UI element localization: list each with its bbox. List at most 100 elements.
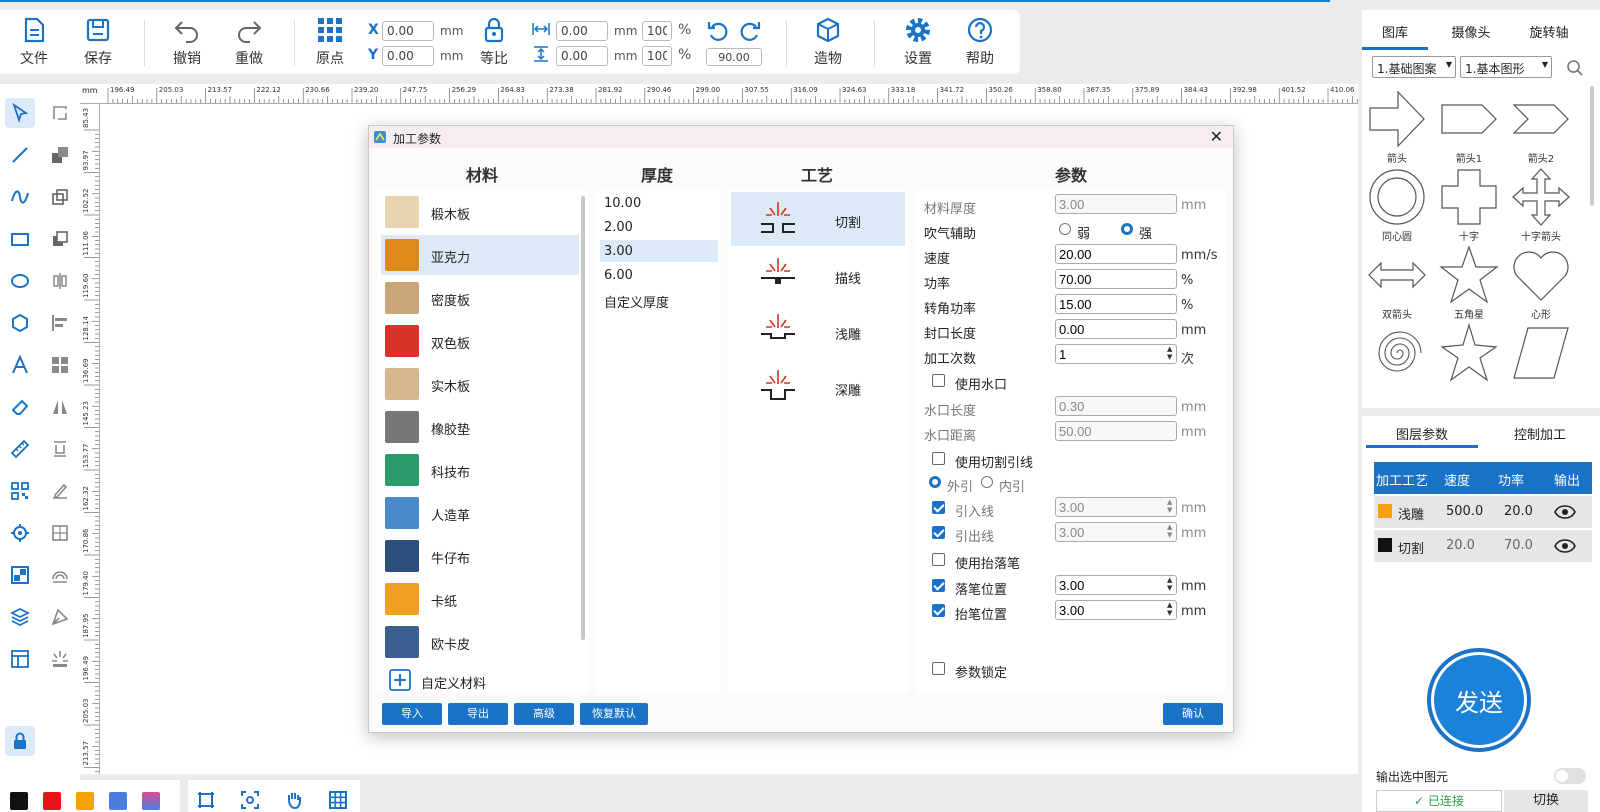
export-button[interactable]: 导出 [448,703,508,725]
advanced-button[interactable]: 高级 [514,703,574,725]
material-item[interactable]: 橡胶垫 [381,407,579,447]
laser-tool[interactable] [45,644,75,674]
height-percent-input[interactable] [642,46,672,66]
tab-length-input[interactable] [1055,396,1177,416]
select-tool[interactable] [5,98,35,128]
thickness-item[interactable]: 6.00 [600,264,718,286]
switch-button[interactable]: 切换 [1504,790,1588,812]
file-button[interactable]: 文件 [20,16,48,68]
material-item[interactable]: 欧卡皮 [381,622,579,662]
layer-row[interactable]: 切割 20.0 70.0 [1374,530,1592,562]
speed-input[interactable] [1055,244,1177,264]
custom-thickness-item[interactable]: 自定义厚度 [600,288,718,311]
thickness-item[interactable]: 2.00 [600,216,718,238]
help-button[interactable]: 帮助 [966,16,994,68]
swatch-orange[interactable] [76,792,94,810]
swatch-red[interactable] [43,792,61,810]
rotate-ccw-icon[interactable] [706,19,730,43]
pen-up-spinner-icon[interactable]: ▲ ▼ [1167,601,1172,617]
pen-up-input[interactable] [1055,600,1177,620]
shape-concentric[interactable]: 同心圆 [1362,166,1432,243]
text-tool[interactable] [5,350,35,380]
process-item-shallow-engrave[interactable]: 浅雕 [731,304,905,358]
fit-view-icon[interactable] [240,790,260,810]
qrcode-tool[interactable] [5,476,35,506]
distribute-tool[interactable] [45,350,75,380]
y-position-input[interactable] [382,46,434,66]
shape-arrow[interactable]: 箭头 [1362,88,1432,165]
mirror-tool[interactable] [45,266,75,296]
material-item[interactable]: 人造革 [381,493,579,533]
width-input[interactable] [556,21,608,41]
subtract-tool[interactable] [45,224,75,254]
frame-select-icon[interactable] [196,790,216,810]
material-item[interactable]: 卡纸 [381,579,579,619]
material-item[interactable]: 牛仔布 [381,536,579,576]
tab-layer-params[interactable]: 图层参数 [1366,418,1478,448]
ellipse-tool[interactable] [5,266,35,296]
lead-in-input[interactable] [1055,497,1177,517]
material-item[interactable]: 密度板 [381,278,579,318]
thickness-item[interactable]: 10.00 [600,192,718,214]
line-tool[interactable] [5,140,35,170]
material-item[interactable]: 实木板 [381,364,579,404]
fill-tool[interactable] [45,560,75,590]
layer-row[interactable]: 浅雕 500.0 20.0 [1374,496,1592,528]
search-icon[interactable] [1566,59,1584,77]
material-item[interactable]: 椴木板 [381,192,579,232]
layout-tool[interactable] [5,560,35,590]
process-item-cut[interactable]: 切割 [731,192,905,246]
shape-arrow1[interactable]: 箭头1 [1434,88,1504,165]
rotate-angle-input[interactable] [706,48,762,66]
swatch-black[interactable] [10,792,28,810]
category-dropdown[interactable]: 1.基础图案 ▼ [1372,56,1456,78]
passes-spinner-icon[interactable]: ▲ ▼ [1167,345,1172,361]
shape-arrow2[interactable]: 箭头2 [1506,88,1576,165]
material-scrollbar[interactable] [581,196,585,640]
lead-out-checkbox[interactable] [932,526,945,539]
measure-tool[interactable] [5,434,35,464]
origin-button[interactable]: 原点 [316,16,344,68]
redo-button[interactable]: 重做 [234,16,264,68]
use-pen-checkbox[interactable] [932,553,945,566]
pen-up-checkbox[interactable] [932,604,945,617]
lead-in-spinner-icon[interactable]: ▲ ▼ [1167,498,1172,514]
shape-spiral[interactable] [1362,322,1432,384]
tab-camera[interactable]: 摄像头 [1438,18,1504,50]
send-button[interactable]: 发送 [1427,648,1531,752]
output-selected-toggle[interactable] [1554,768,1586,784]
material-thickness-input[interactable] [1055,194,1177,214]
restore-default-button[interactable]: 恢复默认 [580,703,648,725]
material-item[interactable]: 双色板 [381,321,579,361]
shape-heart[interactable]: 心形 [1506,244,1576,321]
eye-icon[interactable] [1554,538,1576,554]
lead-out-spinner-icon[interactable]: ▲ ▼ [1167,523,1172,539]
eye-icon[interactable] [1554,504,1576,520]
custom-material-button[interactable]: 自定义材料 [381,665,579,692]
align-tool[interactable] [45,308,75,338]
material-item[interactable]: 亚克力 [381,235,579,275]
shape-cross[interactable]: 十字 [1434,166,1504,243]
save-button[interactable]: 保存 [84,16,112,68]
polygon-tool[interactable] [5,308,35,338]
eraser-tool[interactable] [5,392,35,422]
pen-down-checkbox[interactable] [932,579,945,592]
pen-down-input[interactable] [1055,575,1177,595]
library-scrollbar[interactable] [1590,86,1594,206]
subcategory-dropdown[interactable]: 1.基本图形 ▼ [1460,56,1552,78]
node-edit-tool[interactable] [45,98,75,128]
width-percent-input[interactable] [642,21,672,41]
shape-double-arrow[interactable]: 双箭头 [1362,244,1432,321]
grid-toggle-icon[interactable] [328,790,348,810]
shape-star6[interactable] [1434,322,1504,384]
undo-button[interactable]: 撤销 [172,16,202,68]
flip-tool[interactable] [45,392,75,422]
thickness-item[interactable]: 3.00 [600,240,718,262]
power-input[interactable] [1055,269,1177,289]
layers-tool[interactable] [5,602,35,632]
curve-tool[interactable] [5,182,35,212]
air-weak-radio[interactable] [1059,223,1071,235]
process-item-deep-engrave[interactable]: 深雕 [731,360,905,414]
rotate-cw-icon[interactable] [738,19,762,43]
proportional-button[interactable]: 等比 [480,16,508,68]
